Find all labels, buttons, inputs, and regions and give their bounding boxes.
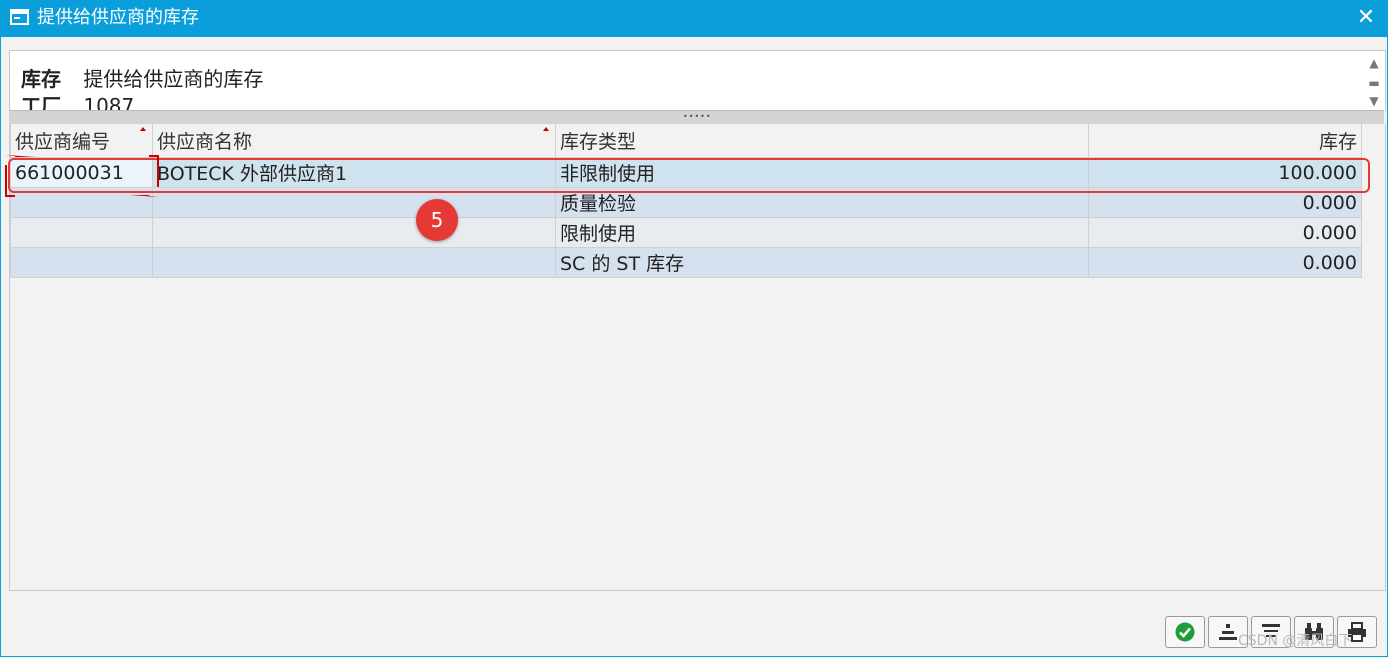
table-row[interactable]: 限制使用 0.000	[10, 217, 1362, 248]
cell-stock-type[interactable]: 质量检验	[555, 187, 1089, 218]
cell-stock-qty[interactable]: 0.000	[1088, 247, 1362, 278]
window-title: 提供给供应商的库存	[37, 7, 199, 28]
confirm-check-icon	[1175, 622, 1195, 642]
column-header-vendor-name[interactable]: 供应商名称	[152, 124, 556, 158]
print-button[interactable]	[1337, 616, 1377, 648]
scroll-up-icon[interactable]: ▲	[1366, 56, 1382, 70]
header-panel: 库存 提供给供应商的库存 工厂 1087 ▲ ▬ ▼	[9, 50, 1386, 111]
header-row-stock: 库存 提供给供应商的库存	[21, 67, 263, 91]
cell-vendor-no[interactable]	[10, 187, 153, 218]
cell-stock-qty[interactable]: 0.000	[1088, 217, 1362, 248]
window-icon	[10, 9, 29, 25]
search-button[interactable]	[1294, 616, 1334, 648]
cell-vendor-no[interactable]	[10, 217, 153, 248]
sort-indicator-icon	[543, 127, 549, 131]
cell-vendor-name[interactable]: BOTECK 外部供应商1	[152, 157, 556, 188]
table-header-row: 供应商编号 供应商名称 库存类型 库存	[10, 124, 1362, 158]
cell-vendor-name[interactable]	[152, 187, 556, 218]
cell-stock-qty[interactable]: 100.000	[1088, 157, 1362, 188]
header-label-plant: 工厂	[21, 94, 61, 111]
column-header-stock-qty[interactable]: 库存	[1088, 124, 1362, 158]
panel-splitter[interactable]: •••••	[9, 110, 1384, 124]
header-row-plant: 工厂 1087	[21, 94, 134, 111]
column-header-stock-type[interactable]: 库存类型	[555, 124, 1089, 158]
sum-button[interactable]	[1251, 616, 1291, 648]
close-icon: ✕	[1356, 5, 1376, 30]
step-number-badge: 5	[416, 199, 458, 241]
print-icon	[1348, 622, 1366, 642]
confirm-button[interactable]	[1165, 616, 1205, 648]
sort-indicator-icon	[140, 127, 146, 131]
close-button[interactable]: ✕	[1354, 6, 1378, 30]
cell-vendor-no[interactable]: 661000031	[10, 157, 153, 188]
header-label-stock: 库存	[21, 67, 61, 91]
stock-table: 供应商编号 供应商名称 库存类型 库存 661000031 BOTECK 外部供…	[10, 124, 1362, 278]
title-bar: 提供给供应商的库存 ✕	[0, 0, 1388, 37]
scroll-thumb-icon[interactable]: ▬	[1366, 76, 1382, 90]
table-row[interactable]: 质量检验 0.000	[10, 187, 1362, 218]
stock-grid-area: 供应商编号 供应商名称 库存类型 库存 661000031 BOTECK 外部供…	[9, 124, 1386, 591]
cell-stock-type[interactable]: 非限制使用	[555, 157, 1089, 188]
column-header-vendor-no[interactable]: 供应商编号	[10, 124, 153, 158]
table-row[interactable]: SC 的 ST 库存 0.000	[10, 247, 1362, 278]
table-row[interactable]: 661000031 BOTECK 外部供应商1 非限制使用 100.000	[10, 157, 1362, 188]
cell-vendor-name[interactable]	[152, 217, 556, 248]
header-value-stock: 提供给供应商的库存	[83, 67, 264, 91]
scroll-down-icon[interactable]: ▼	[1366, 94, 1382, 108]
cell-stock-qty[interactable]: 0.000	[1088, 187, 1362, 218]
filter-icon	[1219, 624, 1237, 640]
cell-vendor-no[interactable]	[10, 247, 153, 278]
cell-stock-type[interactable]: 限制使用	[555, 217, 1089, 248]
cell-vendor-name[interactable]	[152, 247, 556, 278]
binoculars-icon	[1305, 623, 1323, 640]
header-value-plant: 1087	[83, 94, 135, 111]
cell-stock-type[interactable]: SC 的 ST 库存	[555, 247, 1089, 278]
sum-icon	[1262, 624, 1280, 637]
filter-button[interactable]	[1208, 616, 1248, 648]
splitter-grip-icon[interactable]: •••••	[683, 113, 713, 121]
